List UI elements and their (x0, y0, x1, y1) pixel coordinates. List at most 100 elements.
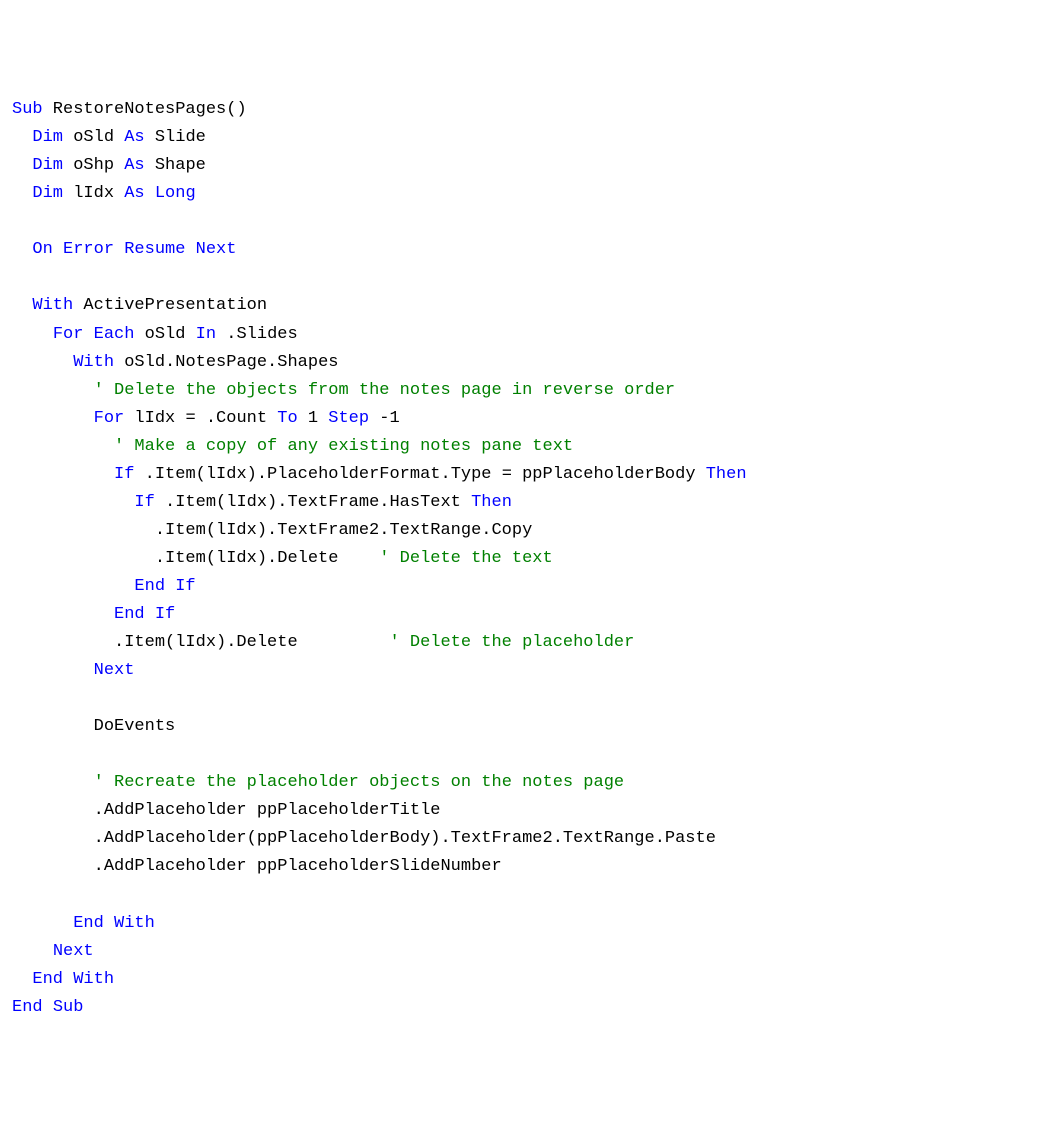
code-token: ' Delete the objects from the notes page… (94, 381, 676, 400)
code-token (63, 970, 73, 989)
code-token: .AddPlaceholder ppPlaceholderTitle (12, 801, 440, 820)
code-token: 1 (298, 409, 329, 428)
code-token: Error (63, 240, 114, 259)
code-token: On (32, 240, 52, 259)
code-line: With oSld.NotesPage.Shapes (12, 349, 1038, 377)
code-line: ' Make a copy of any existing notes pane… (12, 433, 1038, 461)
code-token: Next (53, 942, 94, 961)
code-token (12, 296, 32, 315)
code-line: Next (12, 657, 1038, 685)
code-token (12, 942, 53, 961)
code-token (12, 970, 32, 989)
code-token (12, 465, 114, 484)
code-token: oSld.NotesPage.Shapes (114, 353, 338, 372)
code-token: lIdx = .Count (124, 409, 277, 428)
code-line (12, 685, 1038, 713)
code-token: Long (155, 184, 196, 203)
code-token: .AddPlaceholder ppPlaceholderSlideNumber (12, 857, 502, 876)
code-line: End With (12, 910, 1038, 938)
code-line: For lIdx = .Count To 1 Step -1 (12, 405, 1038, 433)
code-token (12, 240, 32, 259)
code-line: .Item(lIdx).TextFrame2.TextRange.Copy (12, 517, 1038, 545)
code-token: If (114, 465, 134, 484)
code-token: Sub (53, 998, 84, 1017)
code-token (12, 577, 134, 596)
code-line: Sub RestoreNotesPages() (12, 96, 1038, 124)
code-token (12, 773, 94, 792)
code-token (12, 661, 94, 680)
code-token (12, 493, 134, 512)
code-token (145, 605, 155, 624)
code-token: .AddPlaceholder(ppPlaceholderBody).TextF… (12, 829, 716, 848)
code-line: For Each oSld In .Slides (12, 321, 1038, 349)
code-line: .AddPlaceholder(ppPlaceholderBody).TextF… (12, 825, 1038, 853)
code-token: As (124, 156, 144, 175)
code-token: For (94, 409, 125, 428)
code-token: Then (471, 493, 512, 512)
code-token: Next (94, 661, 135, 680)
code-token: Dim (32, 128, 63, 147)
code-line: If .Item(lIdx).TextFrame.HasText Then (12, 489, 1038, 517)
code-line: End If (12, 573, 1038, 601)
code-token: With (73, 353, 114, 372)
code-token: ' Delete the text (379, 549, 552, 568)
code-token (12, 409, 94, 428)
code-token (43, 998, 53, 1017)
code-token: Dim (32, 184, 63, 203)
code-line: If .Item(lIdx).PlaceholderFormat.Type = … (12, 461, 1038, 489)
code-line (12, 741, 1038, 769)
code-line: Dim oShp As Shape (12, 152, 1038, 180)
code-token: .Slides (216, 325, 298, 344)
code-line: End Sub (12, 994, 1038, 1022)
code-token: ' Make a copy of any existing notes pane… (114, 437, 573, 456)
code-token: For (53, 325, 84, 344)
code-token: If (155, 605, 175, 624)
code-token: End (32, 970, 63, 989)
code-token: With (73, 970, 114, 989)
code-token: Shape (145, 156, 206, 175)
code-token: With (32, 296, 73, 315)
code-token (185, 240, 195, 259)
code-token (12, 156, 32, 175)
code-token: With (114, 914, 155, 933)
code-token: lIdx (63, 184, 124, 203)
code-token (165, 577, 175, 596)
code-token: Step (328, 409, 369, 428)
code-token: If (134, 493, 154, 512)
code-token: Slide (145, 128, 206, 147)
code-line: On Error Resume Next (12, 236, 1038, 264)
code-token: Each (94, 325, 135, 344)
code-line: Dim lIdx As Long (12, 180, 1038, 208)
code-token: End (73, 914, 104, 933)
code-line: ' Delete the objects from the notes page… (12, 377, 1038, 405)
code-token: DoEvents (12, 717, 175, 736)
code-token: To (277, 409, 297, 428)
code-token: .Item(lIdx).Delete (12, 549, 379, 568)
code-token: End (134, 577, 165, 596)
code-token: In (196, 325, 216, 344)
code-line: .AddPlaceholder ppPlaceholderTitle (12, 797, 1038, 825)
code-line: .Item(lIdx).Delete ' Delete the text (12, 545, 1038, 573)
code-token: As (124, 128, 144, 147)
code-line: DoEvents (12, 713, 1038, 741)
code-token (12, 353, 73, 372)
code-token (104, 914, 114, 933)
code-token: End (12, 998, 43, 1017)
code-token: .Item(lIdx).Delete (12, 633, 389, 652)
code-token: End (114, 605, 145, 624)
code-token: RestoreNotesPages() (43, 100, 247, 119)
code-line: Next (12, 938, 1038, 966)
code-token (12, 914, 73, 933)
code-token: Next (196, 240, 237, 259)
code-token: If (175, 577, 195, 596)
code-token: ActivePresentation (73, 296, 267, 315)
code-token (12, 184, 32, 203)
code-token (145, 184, 155, 203)
code-token: oSld (63, 128, 124, 147)
code-token: ' Recreate the placeholder objects on th… (94, 773, 625, 792)
code-token: Resume (124, 240, 185, 259)
code-token: Dim (32, 156, 63, 175)
code-token: ' Delete the placeholder (389, 633, 634, 652)
code-token: .Item(lIdx).TextFrame.HasText (155, 493, 471, 512)
code-line (12, 208, 1038, 236)
